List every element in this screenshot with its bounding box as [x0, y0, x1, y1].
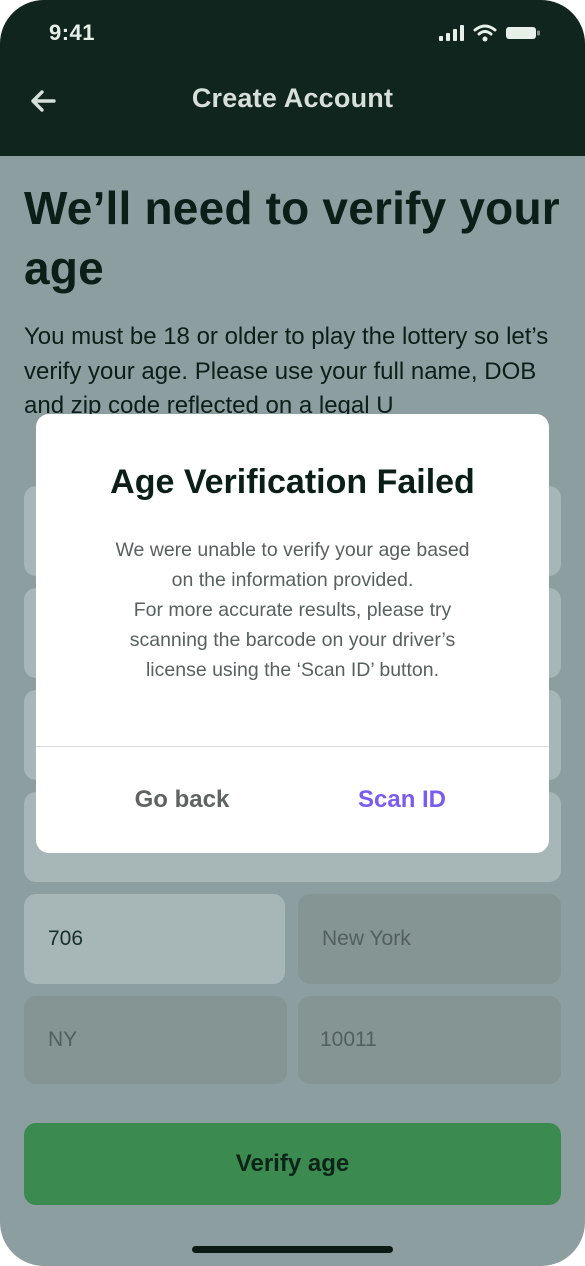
wifi-icon [473, 24, 497, 42]
page-title: Create Account [191, 83, 394, 113]
state-field[interactable]: NY [24, 996, 287, 1084]
zip-field[interactable]: 10011 [298, 996, 561, 1084]
header-bar: 9:41 Create Account [0, 0, 585, 156]
scan-id-button[interactable]: Scan ID [274, 747, 530, 853]
app-screen: 9:41 Create Account We’ll need to verify… [0, 0, 585, 1266]
dialog-message-line: license using the ‘Scan ID’ button. [145, 659, 440, 681]
state-placeholder: NY [48, 1028, 78, 1051]
main-content: We’ll need to verify your age You must b… [24, 156, 561, 430]
age-verification-failed-dialog: Age Verification Failed We were unable t… [36, 414, 549, 853]
status-icons [439, 24, 541, 42]
home-indicator [192, 1246, 393, 1253]
verify-age-button[interactable]: Verify age [24, 1123, 561, 1205]
dialog-message-line: For more accurate results, please try [133, 599, 452, 621]
battery-icon [506, 27, 540, 39]
zip-placeholder: 10011 [320, 1028, 377, 1051]
house-number-field[interactable]: 706 [24, 894, 285, 984]
dialog-message-line: We were unable to verify your age based [115, 539, 470, 561]
status-time: 9:41 [49, 20, 96, 45]
city-field[interactable]: New York [298, 894, 561, 984]
house-number-value: 706 [48, 927, 84, 950]
go-back-button[interactable]: Go back [54, 747, 310, 853]
heading: We’ll need to verify your age [24, 182, 560, 294]
city-placeholder: New York [322, 927, 411, 950]
signal-icon [439, 25, 464, 41]
dialog-title: Age Verification Failed [110, 463, 475, 501]
dialog-message: We were unable to verify your age based … [66, 535, 519, 685]
verify-age-label: Verify age [235, 1150, 350, 1177]
dialog-message-line: scanning the barcode on your driver’s [129, 629, 456, 651]
dialog-message-line: on the information provided. [171, 569, 414, 591]
